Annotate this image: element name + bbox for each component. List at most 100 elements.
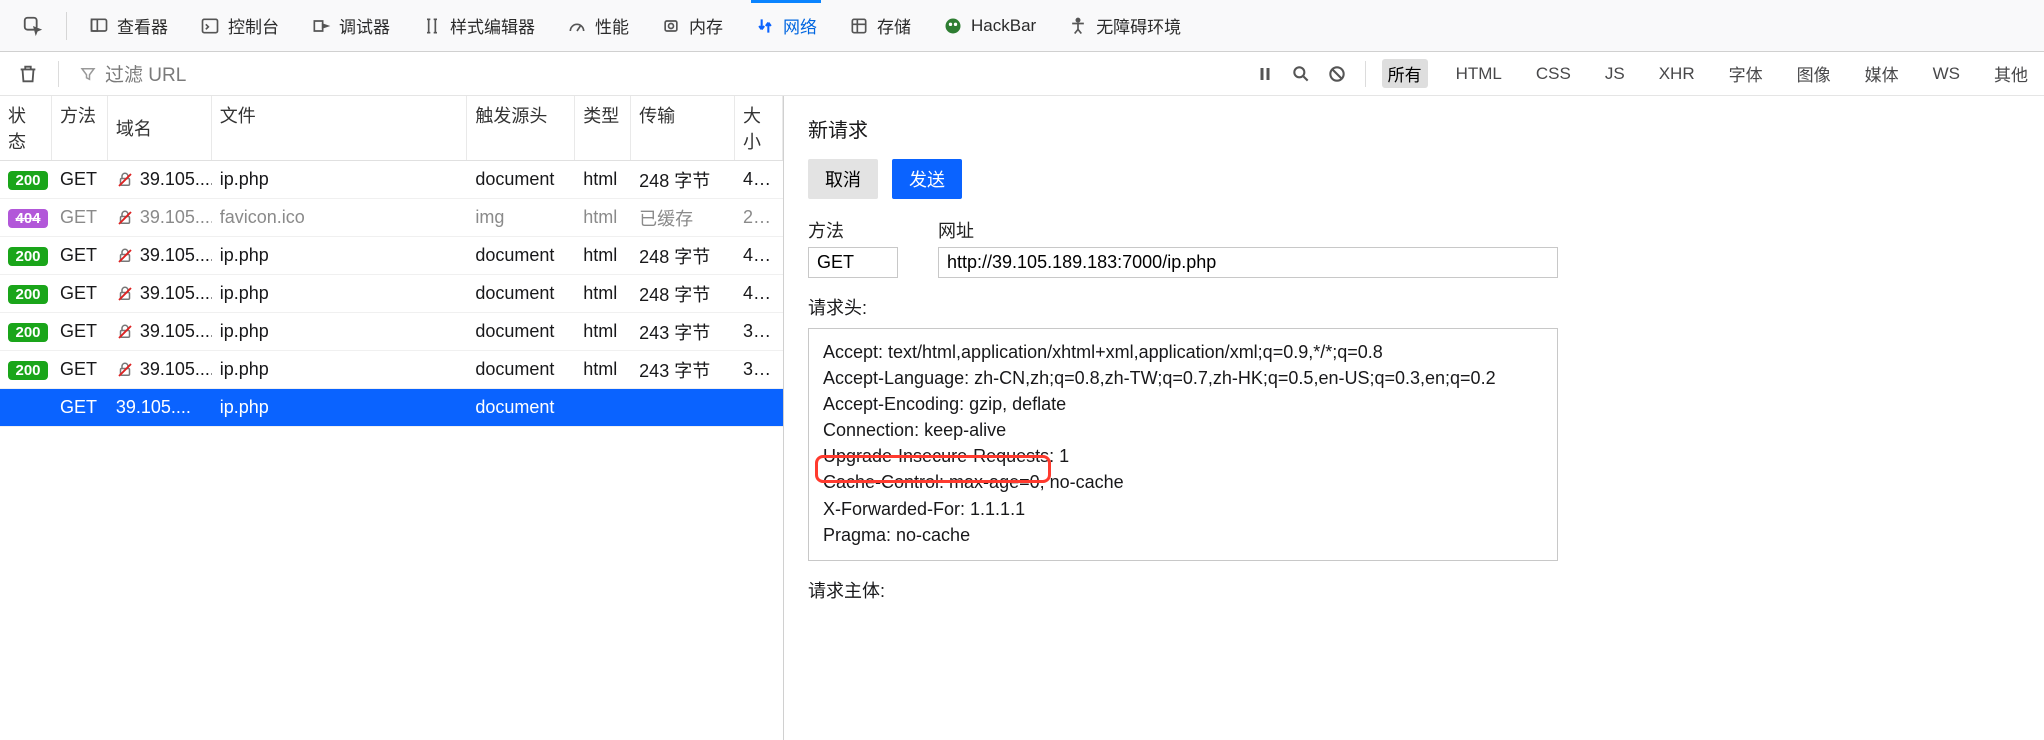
- cancel-button[interactable]: 取消: [808, 159, 878, 199]
- tab-label: 性能: [595, 13, 629, 38]
- request-row[interactable]: 200GET39.105....ip.phpdocumenthtml248 字节…: [0, 161, 783, 199]
- filter-media[interactable]: 媒体: [1859, 59, 1905, 88]
- pick-element-icon: [22, 15, 44, 37]
- insecure-lock-icon: [116, 361, 134, 379]
- request-table-header: 状态 方法 域名 文件 触发源头 类型 传输 大小: [0, 96, 783, 161]
- header-line: Accept: text/html,application/xhtml+xml,…: [823, 339, 1543, 365]
- size-cell: 44 ...: [735, 283, 783, 304]
- tab-performance[interactable]: 性能: [553, 0, 643, 51]
- insecure-lock-icon: [116, 171, 134, 189]
- file-cell: ip.php: [212, 283, 468, 304]
- block-button[interactable]: [1319, 56, 1355, 92]
- cause-cell: document: [467, 321, 575, 342]
- request-row[interactable]: 200GET39.105....ip.phpdocumenthtml243 字节…: [0, 351, 783, 389]
- body-label: 请求主体:: [808, 577, 2024, 603]
- trash-icon: [17, 63, 39, 85]
- hackbar-icon: [943, 16, 963, 36]
- filter-css[interactable]: CSS: [1530, 62, 1577, 86]
- headers-textarea[interactable]: Accept: text/html,application/xhtml+xml,…: [808, 328, 1558, 561]
- status-badge: 200: [8, 361, 48, 380]
- devtools-tabbar: 查看器 控制台 调试器 样式编辑器 性能 内存 网络: [0, 0, 2044, 52]
- request-row[interactable]: 200GET39.105....ip.phpdocumenthtml248 字节…: [0, 275, 783, 313]
- col-size[interactable]: 大小: [735, 96, 783, 160]
- file-cell: ip.php: [212, 397, 468, 418]
- tab-inspector[interactable]: 查看器: [75, 0, 182, 51]
- transfer-cell: 248 字节: [631, 243, 735, 269]
- filter-ws[interactable]: WS: [1927, 62, 1966, 86]
- tab-label: 内存: [689, 13, 723, 38]
- col-transfer[interactable]: 传输: [631, 96, 735, 160]
- search-button[interactable]: [1283, 56, 1319, 92]
- filter-other[interactable]: 其他: [1988, 59, 2034, 88]
- tab-accessibility[interactable]: 无障碍环境: [1054, 0, 1195, 51]
- filter-placeholder: 过滤 URL: [105, 60, 186, 87]
- storage-icon: [849, 16, 869, 36]
- send-button[interactable]: 发送: [892, 159, 962, 199]
- tab-label: 查看器: [117, 13, 168, 38]
- tab-storage[interactable]: 存储: [835, 0, 925, 51]
- col-method[interactable]: 方法: [52, 96, 108, 160]
- request-row[interactable]: 404GET39.105....favicon.icoimghtml已缓存278…: [0, 199, 783, 237]
- method-cell: GET: [52, 321, 108, 342]
- transfer-cell: 243 字节: [631, 319, 735, 345]
- tab-style-editor[interactable]: 样式编辑器: [408, 0, 549, 51]
- request-row[interactable]: 200GET39.105....ip.phpdocumenthtml243 字节…: [0, 313, 783, 351]
- tab-hackbar[interactable]: HackBar: [929, 0, 1050, 51]
- tab-console[interactable]: 控制台: [186, 0, 293, 51]
- request-row[interactable]: GET39.105....ip.phpdocument: [0, 389, 783, 427]
- memory-icon: [661, 16, 681, 36]
- col-status[interactable]: 状态: [0, 96, 52, 160]
- file-cell: ip.php: [212, 245, 468, 266]
- col-type[interactable]: 类型: [575, 96, 631, 160]
- method-cell: GET: [52, 283, 108, 304]
- filter-bar: 过滤 URL 所有 HTML CSS JS XHR 字体 图像: [0, 52, 2044, 96]
- col-cause[interactable]: 触发源头: [467, 96, 575, 160]
- tab-debugger[interactable]: 调试器: [297, 0, 404, 51]
- status-badge: 200: [8, 247, 48, 266]
- pause-button[interactable]: [1247, 56, 1283, 92]
- header-line: X-Forwarded-For: 1.1.1.1: [823, 496, 1543, 522]
- filter-all[interactable]: 所有: [1382, 59, 1428, 88]
- tab-network[interactable]: 网络: [741, 0, 831, 51]
- col-domain[interactable]: 域名: [108, 96, 212, 160]
- file-cell: ip.php: [212, 359, 468, 380]
- filter-img[interactable]: 图像: [1791, 59, 1837, 88]
- cause-cell: document: [467, 359, 575, 380]
- network-icon: [755, 16, 775, 36]
- pause-icon: [1256, 65, 1274, 83]
- method-label: 方法: [808, 217, 898, 243]
- url-input[interactable]: [938, 247, 1558, 278]
- tab-memory[interactable]: 内存: [647, 0, 737, 51]
- filter-xhr[interactable]: XHR: [1653, 62, 1701, 86]
- type-filters: 所有 HTML CSS JS XHR 字体 图像 媒体 WS 其他: [1382, 59, 2034, 88]
- method-cell: GET: [52, 169, 108, 190]
- insecure-lock-icon: [116, 285, 134, 303]
- debugger-icon: [311, 16, 331, 36]
- domain-cell: 39.105....: [108, 397, 212, 418]
- request-row[interactable]: 200GET39.105....ip.phpdocumenthtml248 字节…: [0, 237, 783, 275]
- tab-label: 样式编辑器: [450, 13, 535, 38]
- filter-icon: [79, 65, 97, 83]
- filter-url-input[interactable]: 过滤 URL: [79, 60, 186, 87]
- filter-js[interactable]: JS: [1599, 62, 1631, 86]
- clear-button[interactable]: [10, 56, 46, 92]
- header-line: Accept-Language: zh-CN,zh;q=0.8,zh-TW;q=…: [823, 365, 1543, 391]
- cause-cell: document: [467, 397, 575, 418]
- filter-html[interactable]: HTML: [1450, 62, 1508, 86]
- col-file[interactable]: 文件: [212, 96, 468, 160]
- performance-icon: [567, 16, 587, 36]
- tab-label: 调试器: [339, 13, 390, 38]
- method-cell: GET: [52, 207, 108, 228]
- accessibility-icon: [1068, 16, 1088, 36]
- transfer-cell: 248 字节: [631, 281, 735, 307]
- filter-font[interactable]: 字体: [1723, 59, 1769, 88]
- pick-element-button[interactable]: [8, 0, 58, 51]
- method-input[interactable]: [808, 247, 898, 278]
- tab-label: 存储: [877, 13, 911, 38]
- new-request-panel: 新请求 取消 发送 方法 网址 请求头: Accept: text/html,a…: [784, 96, 2044, 740]
- type-cell: html: [575, 283, 631, 304]
- transfer-cell: 248 字节: [631, 167, 735, 193]
- method-cell: GET: [52, 245, 108, 266]
- header-line: Cache-Control: max-age=0, no-cache: [823, 469, 1543, 495]
- headers-label: 请求头:: [808, 294, 2024, 320]
